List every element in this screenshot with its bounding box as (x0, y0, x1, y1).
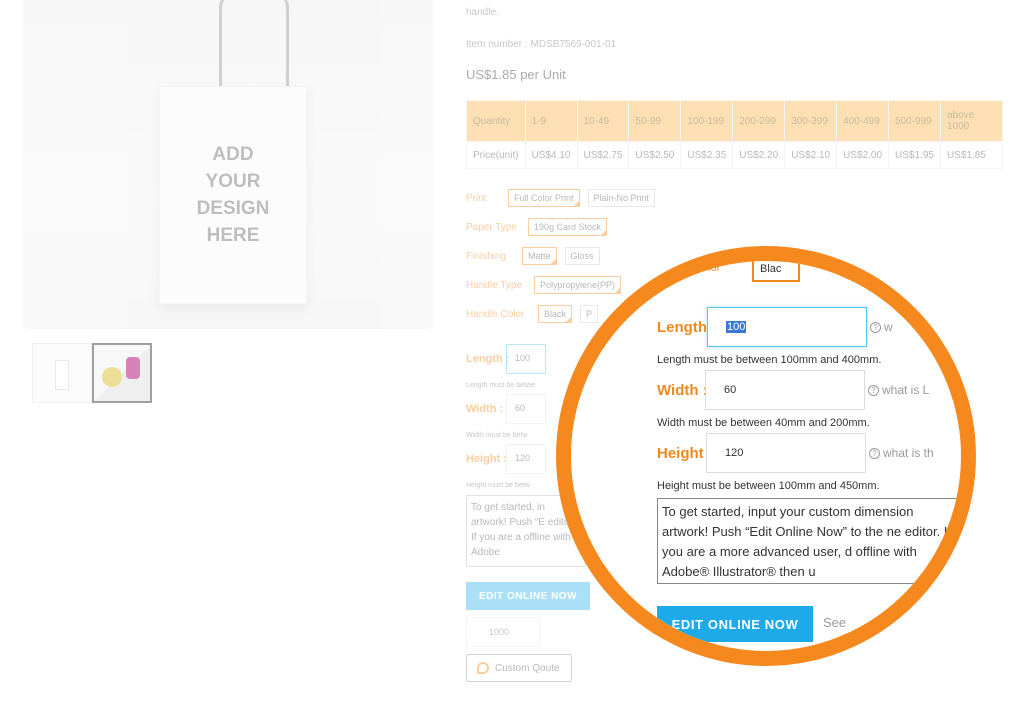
custom-quote-button[interactable]: Custom Qoute (466, 654, 572, 682)
item-number: Item number : MDSB7569-001-01 (466, 39, 617, 50)
price-table-header: Quantity 1-9 10-49 50-99 100-199 200-299 300… (466, 100, 1004, 142)
length-input-mini[interactable]: 100 (506, 344, 546, 374)
width-label-mini: Width : (466, 403, 504, 415)
width-input-mini[interactable]: 60 (506, 394, 546, 424)
bag-handle (219, 0, 289, 93)
question-icon: ? (868, 385, 879, 396)
placeholder-line: YOUR (205, 171, 261, 192)
chip-black[interactable]: Black (538, 305, 573, 323)
height-label: Height : (657, 445, 713, 462)
bag-mockup: ADD YOUR DESIGN HERE (159, 86, 307, 304)
edit-online-button[interactable]: EDIT ONLINE NOW (657, 606, 813, 642)
quote-icon (477, 662, 489, 674)
width-help[interactable]: ? what is L (868, 383, 929, 397)
option-print: Print Full Color Print Plain-No Print (466, 189, 656, 207)
length-value: 100 (726, 321, 747, 333)
instructions-textarea[interactable]: To get started, input your custom dimens… (657, 498, 957, 584)
length-help[interactable]: ? w (870, 320, 893, 334)
option-paper: Paper Type 190g Card Stock (466, 218, 608, 236)
question-icon: ? (869, 448, 880, 459)
handle-color-label-zoom: olor (702, 262, 721, 274)
chip-plain[interactable]: Plain-No Print (587, 189, 656, 207)
unit-price: US$1.85 per Unit (466, 67, 566, 82)
width-hint: Width must be between 40mm and 200mm. (657, 417, 870, 429)
chip-full-color[interactable]: Full Color Print (508, 189, 580, 207)
height-label-mini: Height : (466, 453, 507, 465)
height-input[interactable]: 120 (706, 433, 866, 473)
magnifier-circle: olor Blac Length : 100 ? w Length must be… (556, 246, 976, 666)
see-link[interactable]: See (823, 615, 846, 630)
height-input-mini[interactable]: 120 (506, 444, 546, 474)
price-table: Quantity 1-9 10-49 50-99 100-199 200-299 300… (466, 100, 1004, 169)
height-help[interactable]: ? what is th (869, 446, 934, 460)
question-icon: ? (870, 322, 881, 333)
price-table-row: Price(unit) US$4.10 US$2.75 US$2.50 US$2.35… (466, 141, 1004, 169)
length-label-mini: Length : (466, 353, 510, 365)
custom-quote-label: Custom Qoute (495, 662, 560, 674)
length-input[interactable]: 100 (707, 307, 867, 347)
height-hint: Height must be between 100mm and 450mm. (657, 480, 880, 492)
length-hint-mini: Length must be betwe (466, 382, 535, 389)
height-hint-mini: Height must be betw (466, 482, 530, 489)
length-hint: Length must be between 100mm and 400mm. (657, 354, 882, 366)
placeholder-line: HERE (206, 225, 260, 246)
placeholder-line: DESIGN (196, 198, 270, 219)
product-image: ADD YOUR DESIGN HERE (23, 0, 433, 329)
quantity-input[interactable]: 1000 (466, 617, 540, 647)
thumbnail-1[interactable] (32, 343, 92, 403)
chip-card-stock[interactable]: 190g Card Stock (528, 218, 608, 236)
chip-matte[interactable]: Matte (522, 247, 557, 265)
thumbnail-2[interactable] (92, 343, 152, 403)
width-label: Width : (657, 382, 708, 399)
width-hint-mini: Width must be betw (466, 432, 528, 439)
placeholder-line: ADD (212, 144, 254, 165)
handle-color-chip-zoom[interactable]: Blac (752, 261, 800, 282)
description-text: handle. (466, 7, 499, 18)
width-input[interactable]: 60 (705, 370, 865, 410)
